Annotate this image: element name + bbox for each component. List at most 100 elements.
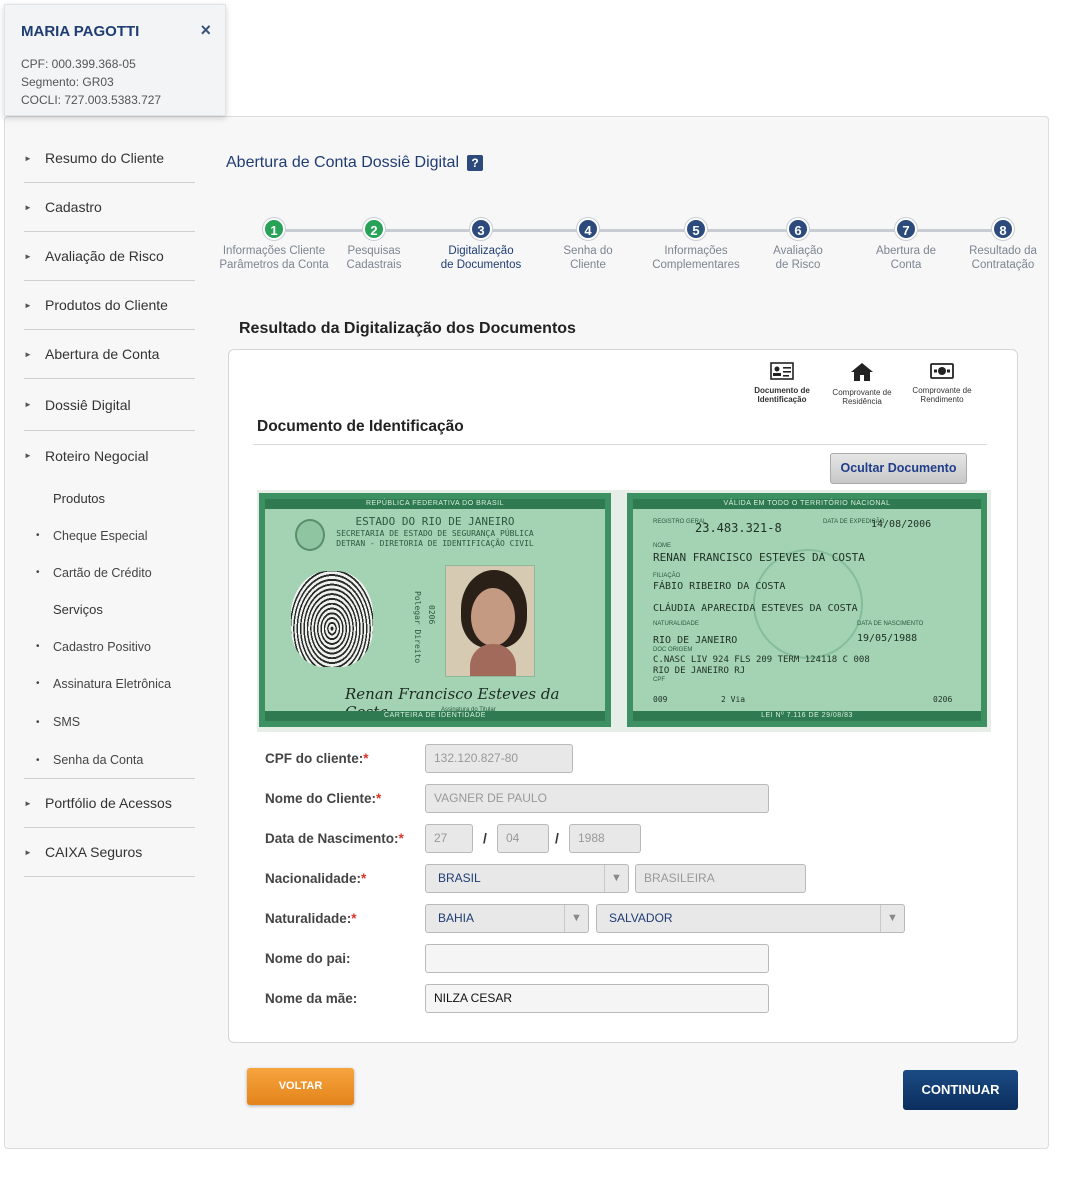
client-info: CPF: 000.399.368-05 Segmento: GR03 COCLI…: [21, 55, 161, 109]
document-type-tabs: Documento de Identificação Comprovante de…: [747, 362, 977, 406]
hide-document-button[interactable]: Ocultar Documento: [830, 453, 967, 484]
caret-down-icon: ►: [24, 451, 32, 460]
id-naturalidade: RIO DE JANEIRO: [653, 635, 738, 646]
step-circle: 7: [895, 218, 917, 240]
step-label: Informações Cliente Parâmetros da Conta: [219, 245, 329, 271]
client-cpf: CPF: 000.399.368-05: [21, 57, 136, 71]
id-code-left: 0206: [427, 605, 436, 625]
tab-comprovante-residencia[interactable]: Comprovante de Residência: [827, 362, 897, 406]
nascimento-month-input[interactable]: 04: [497, 824, 549, 853]
back-button[interactable]: VOLTAR: [247, 1068, 354, 1105]
id-naturalidade-label: NATURALIDADE: [653, 621, 699, 627]
step-6: 6 Avaliação de Risco: [743, 218, 853, 272]
sidebar-item-avaliacao[interactable]: ► Avaliação de Risco: [24, 232, 195, 281]
id-band-bottom-right: LEI Nº 7.116 DE 29/08/83: [633, 711, 981, 721]
submenu-item-label: Assinatura Eletrônica: [53, 676, 172, 691]
submenu-item-label: Cheque Especial: [53, 528, 148, 543]
nascimento-year-input[interactable]: 1988: [569, 824, 641, 853]
portrait-photo: [445, 565, 535, 677]
sidebar-item-label: Dossiê Digital: [45, 396, 131, 413]
step-label: Resultado da Contratação: [969, 245, 1037, 271]
tab-comprovante-rendimento[interactable]: Comprovante de Rendimento: [907, 362, 977, 406]
nacionalidade-country-select[interactable]: BRASIL ▼: [425, 864, 629, 893]
page-title-text: Abertura de Conta Dossiê Digital: [226, 154, 460, 171]
submenu-item-sms[interactable]: • SMS: [24, 702, 195, 742]
id-band-bottom: CARTEIRA DE IDENTIDADE: [265, 711, 605, 721]
step-circle: 8: [992, 218, 1014, 240]
caret-right-icon: ►: [24, 847, 32, 857]
close-icon[interactable]: ×: [200, 21, 211, 39]
step-label: Avaliação de Risco: [773, 245, 823, 271]
bullet-icon: •: [36, 641, 40, 652]
sidebar-item-label: Resumo do Cliente: [45, 150, 165, 166]
nascimento-day-input[interactable]: 27: [425, 824, 473, 853]
mae-input[interactable]: NILZA CESAR: [425, 984, 769, 1013]
nome-input[interactable]: VAGNER DE PAULO: [425, 784, 769, 813]
submenu-item-label: SMS: [53, 715, 81, 729]
money-icon: [930, 363, 954, 379]
sidebar-item-label: CAIXA Seguros: [45, 844, 143, 860]
progress-stepper: 1 Informações Cliente Parâmetros da Conta …: [214, 216, 1044, 276]
caret-right-icon: ►: [24, 400, 32, 409]
submenu-heading-servicos: Serviços: [53, 602, 103, 617]
step-label: Senha do Cliente: [563, 245, 613, 271]
step-circle: 1: [263, 218, 285, 240]
step-3: 3 Digitalização de Documentos: [426, 218, 536, 272]
sidebar-item-roteiro[interactable]: ► Roteiro Negocial: [24, 431, 195, 480]
id-nome: RENAN FRANCISCO ESTEVES DA COSTA: [653, 551, 865, 564]
caret-right-icon: ►: [24, 202, 32, 212]
fingerprint-image: [291, 571, 373, 667]
submenu-item-label: Cartão de Crédito: [53, 565, 152, 580]
id-band-top-right: VÁLIDA EM TODO O TERRITÓRIO NACIONAL: [633, 499, 981, 509]
id-band-top: REPÚBLICA FEDERATIVA DO BRASIL: [265, 499, 605, 509]
cpf-input[interactable]: 132.120.827-80: [425, 744, 573, 773]
id-code-b: 0206: [933, 695, 953, 704]
help-icon[interactable]: ?: [467, 155, 484, 171]
id-registro: 23.483.321-8: [695, 521, 782, 535]
home-icon: [851, 363, 873, 381]
sidebar-item-dossie[interactable]: ► Dossiê Digital: [24, 379, 195, 431]
scanned-id-image: REPÚBLICA FEDERATIVA DO BRASIL ESTADO DO…: [257, 490, 991, 732]
nascimento-label: Data de Nascimento:*: [265, 831, 404, 846]
bullet-icon: •: [36, 567, 40, 578]
submenu-item-cartao[interactable]: • Cartão de Crédito: [24, 554, 195, 591]
sidebar: ► Resumo do Cliente ► Cadastro ► Avaliação …: [24, 134, 195, 877]
sidebar-item-resumo[interactable]: ► Resumo do Cliente: [24, 134, 195, 183]
id-doc-origem-1: C.NASC LIV 924 FLS 209 TERM 124118 C 008: [653, 655, 870, 665]
sidebar-item-label: Abertura de Conta: [45, 346, 160, 362]
submenu-item-cheque[interactable]: • Cheque Especial: [24, 517, 195, 554]
document-panel: Documento de Identificação Comprovante de…: [228, 349, 1018, 1043]
naturalidade-city-select[interactable]: SALVADOR ▼: [596, 904, 905, 933]
bullet-icon: •: [36, 678, 40, 689]
chevron-down-icon: ▼: [604, 865, 628, 892]
sidebar-item-cadastro[interactable]: ► Cadastro: [24, 183, 195, 232]
submenu-item-assinatura[interactable]: • Assinatura Eletrônica: [24, 665, 195, 702]
sidebar-item-portfolio[interactable]: ► Portfólio de Acessos: [24, 779, 195, 828]
tab-documento-identificacao[interactable]: Documento de Identificação: [747, 362, 817, 406]
document-title: Documento de Identificação: [257, 418, 464, 435]
naturalidade-label: Naturalidade:*: [265, 911, 357, 926]
bullet-icon: •: [36, 530, 40, 541]
id-mae: CLÁUDIA APARECIDA ESTEVES DA COSTA: [653, 603, 858, 614]
submenu-item-senha[interactable]: • Senha da Conta: [24, 742, 195, 779]
pai-input[interactable]: [425, 944, 769, 973]
sidebar-item-label: Roteiro Negocial: [45, 447, 149, 464]
chevron-down-icon: ▼: [564, 905, 588, 932]
caret-right-icon: ►: [24, 798, 32, 808]
nacionalidade-input[interactable]: BRASILEIRA: [635, 864, 806, 893]
chevron-down-icon: ▼: [880, 905, 904, 932]
id-via: 2 Via: [721, 695, 746, 704]
sidebar-item-abertura[interactable]: ► Abertura de Conta: [24, 330, 195, 379]
submenu-item-cadastro-positivo[interactable]: • Cadastro Positivo: [24, 628, 195, 665]
bullet-icon: •: [36, 754, 40, 766]
naturalidade-state-select[interactable]: BAHIA ▼: [425, 904, 589, 933]
step-2: 2 Pesquisas Cadastrais: [319, 218, 429, 272]
continue-button[interactable]: CONTINUAR: [903, 1070, 1018, 1110]
id-filiacao-label: FILIAÇÃO: [653, 573, 681, 579]
id-nascimento-label: DATA DE NASCIMENTO: [857, 621, 924, 627]
sidebar-item-produtos[interactable]: ► Produtos do Cliente: [24, 281, 195, 330]
step-circle: 2: [363, 218, 385, 240]
sidebar-item-caixa-seguros[interactable]: ► CAIXA Seguros: [24, 828, 195, 877]
bullet-icon: •: [36, 716, 40, 728]
nome-label: Nome do Cliente:*: [265, 791, 382, 806]
